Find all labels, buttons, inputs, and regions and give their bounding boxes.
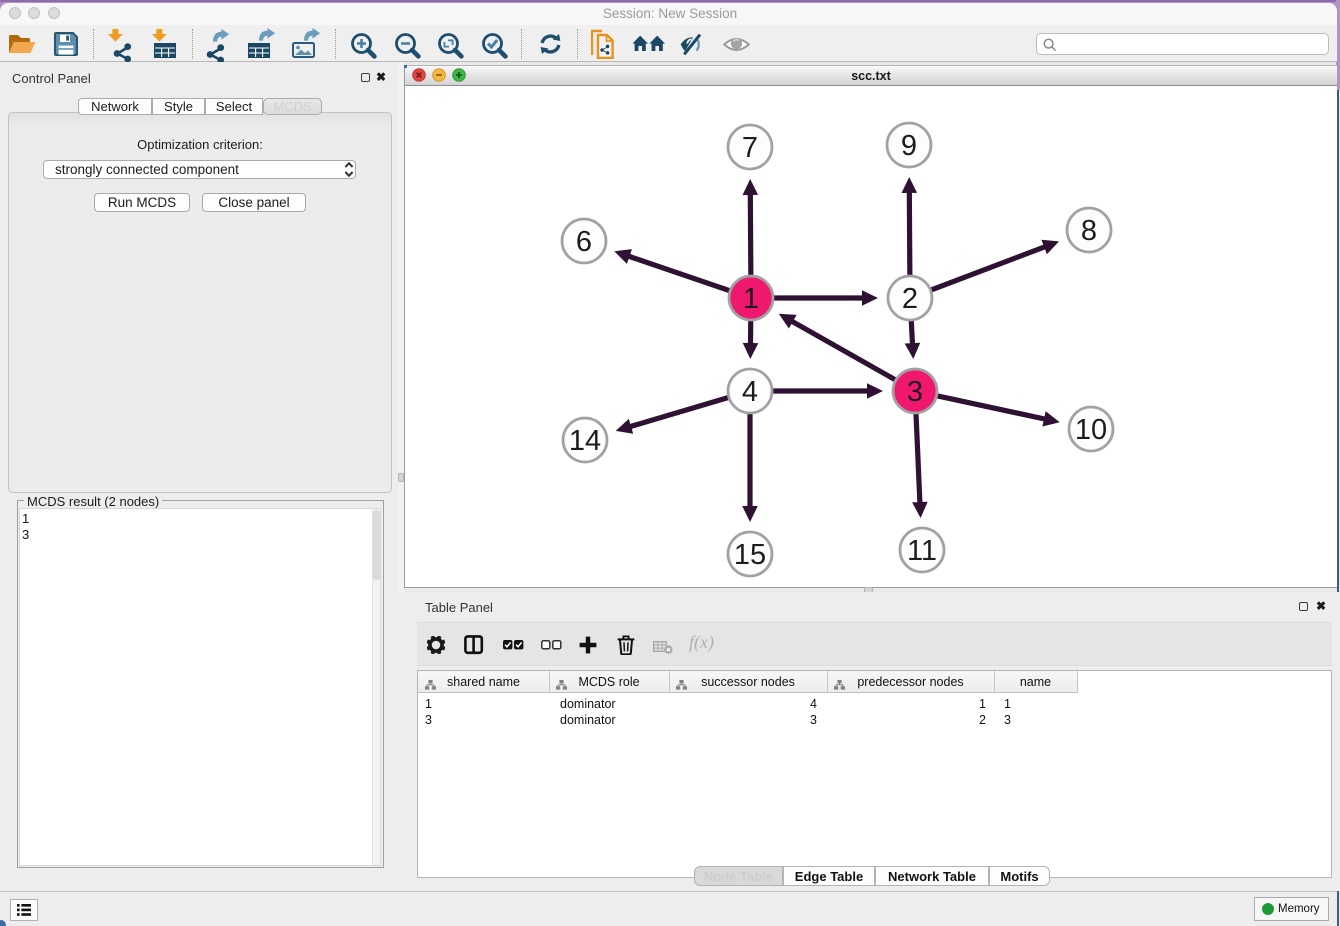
svg-text:11: 11 bbox=[907, 535, 937, 567]
svg-text:7: 7 bbox=[742, 132, 758, 164]
svg-text:1: 1 bbox=[743, 283, 759, 315]
svg-text:15: 15 bbox=[734, 539, 766, 571]
svg-text:6: 6 bbox=[576, 226, 592, 258]
svg-text:2: 2 bbox=[902, 283, 918, 315]
svg-text:8: 8 bbox=[1081, 215, 1097, 247]
svg-text:9: 9 bbox=[901, 130, 917, 162]
svg-text:4: 4 bbox=[742, 376, 758, 408]
svg-text:10: 10 bbox=[1075, 414, 1107, 446]
svg-text:14: 14 bbox=[569, 425, 601, 457]
svg-text:3: 3 bbox=[907, 376, 923, 408]
